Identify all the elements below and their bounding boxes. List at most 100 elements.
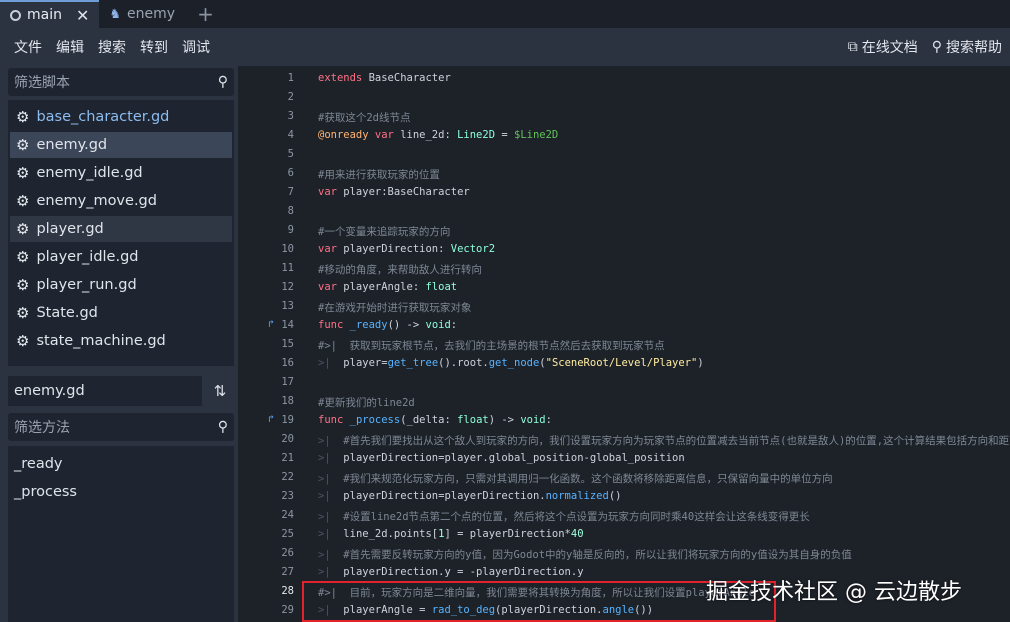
- code-line: 6 #用来进行获取玩家的位置: [238, 164, 1010, 183]
- tab-label: main: [27, 7, 62, 23]
- tab-main[interactable]: main ✕: [0, 0, 100, 28]
- script-name: enemy_move.gd: [36, 193, 157, 209]
- code-line: 22 >| #我们来规范化玩家方向，只需对其调用归一化函数。这个函数将移除距离信息…: [238, 468, 1010, 487]
- list-item[interactable]: ⚙ player_idle.gd: [10, 244, 232, 270]
- line-number: 21: [281, 452, 294, 464]
- search-help-icon: ⚲: [931, 39, 942, 55]
- close-icon[interactable]: ✕: [76, 6, 89, 25]
- online-docs-button[interactable]: ⧉ 在线文档: [848, 37, 918, 57]
- script-name: player_idle.gd: [36, 249, 139, 265]
- code-line: 16 >| player=get_tree().root.get_node("Sc…: [238, 354, 1010, 373]
- code-text: #>| 获取到玩家根节点，去我们的主场景的根节点然后去获取到玩家节点: [318, 340, 665, 352]
- list-item[interactable]: ⚙ enemy.gd: [10, 132, 232, 158]
- code-text: #获取这个2d线节点: [318, 112, 411, 124]
- code-text: >| #设置line2d节点第二个点的位置，然后将这个点设置为玩家方向同时乘40…: [318, 511, 810, 523]
- script-list: ⚙ base_character.gd ⚙ enemy.gd ⚙ enemy_i…: [8, 100, 234, 366]
- line-number: 25: [281, 528, 294, 540]
- code-line: 11 #移动的角度，来帮助敌人进行转向: [238, 259, 1010, 278]
- script-name: base_character.gd: [36, 109, 170, 125]
- code-line: 7 var player:BaseCharacter: [238, 183, 1010, 202]
- script-sidebar: 筛选脚本 ⚲ ⚙ base_character.gd ⚙ enemy.gd ⚙ …: [0, 66, 238, 622]
- filter-scripts-placeholder: 筛选脚本: [14, 75, 70, 91]
- gear-icon: ⚙: [16, 164, 30, 182]
- code-line: 4 @onready var line_2d: Line2D = $Line2D: [238, 126, 1010, 145]
- list-item[interactable]: _process: [14, 484, 77, 500]
- list-item[interactable]: ⚙ enemy_idle.gd: [10, 160, 232, 186]
- code-text: >| line_2d.points[1] = playerDirection*4…: [318, 528, 584, 540]
- highlight-annotation-box: [302, 581, 776, 622]
- code-line: 10 var playerDirection: Vector2: [238, 240, 1010, 259]
- list-item[interactable]: ⚙ State.gd: [10, 300, 232, 326]
- gear-icon: ⚙: [16, 332, 30, 350]
- code-line: 20 >| #首先我们要找出从这个敌人到玩家的方向，我们设置玩家方向为玩家节点的位…: [238, 430, 1010, 449]
- line-number: 23: [281, 490, 294, 502]
- watermark: 掘金技术社区 @ 云边散步: [706, 580, 962, 605]
- search-help-label: 搜索帮助: [946, 40, 1002, 56]
- menu-file[interactable]: 文件: [0, 37, 49, 57]
- line-number: 29: [281, 604, 294, 616]
- code-text: >| playerDirection=playerDirection.norma…: [318, 490, 622, 502]
- code-line: 5: [238, 145, 1010, 164]
- add-tab-button[interactable]: +: [185, 0, 226, 28]
- line-number: 1: [287, 72, 294, 84]
- line-number: 24: [281, 509, 294, 521]
- code-text: >| playerDirection=player.global_positio…: [318, 452, 685, 464]
- list-item[interactable]: ⚙ player.gd: [10, 216, 232, 242]
- line-number: 15: [281, 338, 294, 350]
- line-number: 2: [287, 91, 294, 103]
- code-text: @onready var line_2d: Line2D = $Line2D: [318, 129, 559, 141]
- line-number: 27: [281, 566, 294, 578]
- menu-goto[interactable]: 转到: [133, 37, 175, 57]
- list-item[interactable]: ⚙ base_character.gd: [10, 104, 232, 130]
- menu-debug[interactable]: 调试: [175, 37, 217, 57]
- code-line: 2: [238, 88, 1010, 107]
- line-number: 6: [287, 167, 294, 179]
- line-number: 26: [281, 547, 294, 559]
- search-help-button[interactable]: ⚲ 搜索帮助: [932, 37, 1002, 57]
- code-text: >| #我们来规范化玩家方向，只需对其调用归一化函数。这个函数将移除距离信息，只…: [318, 473, 833, 485]
- code-line: 13 #在游戏开始时进行获取玩家对象: [238, 297, 1010, 316]
- code-text: >| #首先我们要找出从这个敌人到玩家的方向，我们设置玩家方向为玩家节点的位置减…: [318, 435, 1010, 447]
- line-number: 22: [281, 471, 294, 483]
- sort-methods-button[interactable]: ⇅: [208, 379, 232, 403]
- list-item[interactable]: ⚙ state_machine.gd: [10, 328, 232, 354]
- code-line: 1 extends BaseCharacter: [238, 69, 1010, 88]
- menu-search[interactable]: 搜索: [91, 37, 133, 57]
- code-line: 3 #获取这个2d线节点: [238, 107, 1010, 126]
- gear-icon: ⚙: [16, 192, 30, 210]
- menu-edit[interactable]: 编辑: [49, 37, 91, 57]
- code-line: 21 >| playerDirection=player.global_posit…: [238, 449, 1010, 468]
- filter-scripts-input[interactable]: 筛选脚本 ⚲: [8, 68, 234, 96]
- gear-icon: ⚙: [16, 220, 30, 238]
- filter-methods-input[interactable]: 筛选方法 ⚲: [8, 413, 234, 441]
- script-name: enemy_idle.gd: [36, 165, 143, 181]
- line-number: 5: [287, 148, 294, 160]
- method-list: _ready _process: [8, 446, 234, 622]
- code-text: func _ready() -> void:: [318, 319, 458, 331]
- code-text: var playerDirection: Vector2: [318, 243, 496, 255]
- script-name: player_run.gd: [36, 277, 137, 293]
- script-menu-bar: 文件 编辑 搜索 转到 调试 ⧉ 在线文档 ⚲ 搜索帮助: [0, 28, 1010, 66]
- tab-enemy[interactable]: ♞ enemy: [99, 0, 185, 28]
- gear-icon: ⚙: [16, 108, 30, 126]
- code-line: ↱ 19 func _process(_delta: float) -> void:: [238, 411, 1010, 430]
- list-item[interactable]: ⚙ player_run.gd: [10, 272, 232, 298]
- scene-circle-icon: [10, 9, 21, 21]
- code-line: 18 #更新我们的line2d: [238, 392, 1010, 411]
- tab-label: enemy: [127, 6, 176, 22]
- line-number: 3: [287, 110, 294, 122]
- gear-icon: ⚙: [16, 304, 30, 322]
- script-name: state_machine.gd: [36, 333, 166, 349]
- code-editor[interactable]: 1 extends BaseCharacter 2 3 #获取这个2d线节点 4 @o…: [238, 66, 1010, 622]
- code-text: >| playerDirection.y = -playerDirection.…: [318, 566, 584, 578]
- code-text: >| player=get_tree().root.get_node("Scen…: [318, 357, 704, 369]
- code-line: 25 >| line_2d.points[1] = playerDirection…: [238, 525, 1010, 544]
- list-item[interactable]: ⚙ enemy_move.gd: [10, 188, 232, 214]
- code-line: 15 #>| 获取到玩家根节点，去我们的主场景的根节点然后去获取到玩家节点: [238, 335, 1010, 354]
- code-text: #在游戏开始时进行获取玩家对象: [318, 302, 472, 314]
- code-text: #更新我们的line2d: [318, 397, 415, 409]
- code-line: 12 var playerAngle: float: [238, 278, 1010, 297]
- list-item[interactable]: _ready: [14, 456, 62, 472]
- code-text: >| #首先需要反转玩家方向的y值，因为Godot中的y轴是反向的，所以让我们将…: [318, 549, 852, 561]
- code-text: #移动的角度，来帮助敌人进行转向: [318, 264, 482, 276]
